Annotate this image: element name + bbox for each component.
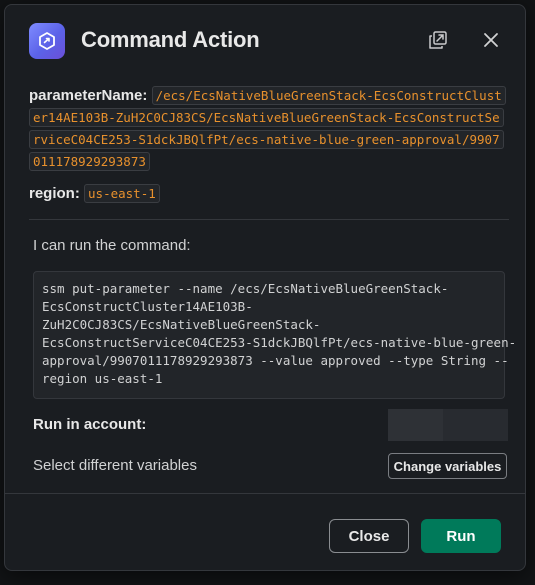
popout-icon <box>429 31 447 49</box>
close-icon <box>484 33 498 47</box>
change-variables-button[interactable]: Change variables <box>388 453 507 479</box>
parameter-name-row: parameterName: /ecs/EcsNativeBlueGreenSt… <box>29 85 506 173</box>
select-variables-label: Select different variables <box>33 457 197 474</box>
account-redacted-part <box>388 409 443 441</box>
dialog-title: Command Action <box>81 27 260 52</box>
account-redacted-part <box>443 409 508 441</box>
popout-button[interactable] <box>425 27 451 53</box>
run-button[interactable]: Run <box>421 519 501 553</box>
dialog-footer: Close Run <box>5 493 525 570</box>
dialog-body: parameterName: /ecs/EcsNativeBlueGreenSt… <box>29 85 506 205</box>
app-logo-icon <box>29 23 65 59</box>
section-divider <box>29 219 509 220</box>
close-button[interactable]: Close <box>329 519 409 553</box>
parameter-name-label: parameterName: <box>29 87 148 104</box>
run-in-account-label: Run in account: <box>33 416 147 433</box>
command-intro: I can run the command: <box>33 237 191 254</box>
dialog-header: Command Action <box>5 5 525 75</box>
dialog-close-button[interactable] <box>478 27 504 53</box>
region-value: us-east-1 <box>84 184 160 203</box>
region-row: region: us-east-1 <box>29 183 505 205</box>
account-selector[interactable] <box>388 409 508 441</box>
command-action-dialog: Command Action parameterName: /ecs/EcsNa… <box>4 4 526 571</box>
command-code-block: ssm put-parameter --name /ecs/EcsNativeB… <box>33 271 516 399</box>
region-label: region: <box>29 185 80 202</box>
